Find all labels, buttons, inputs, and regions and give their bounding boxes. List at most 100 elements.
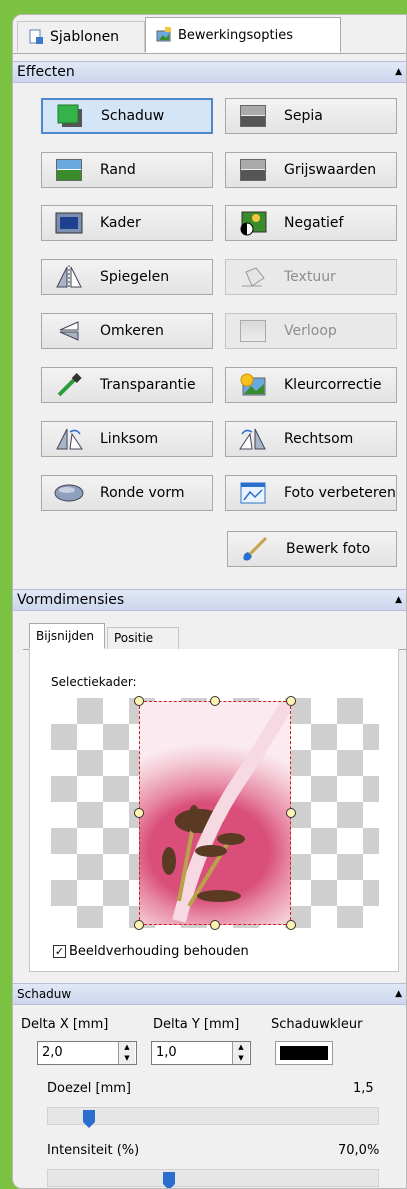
gradient-button[interactable]: Verloop	[225, 313, 397, 349]
grayscale-picture-icon	[238, 157, 268, 183]
delta-x-input[interactable]: 2,0 ▲ ▼	[37, 1041, 137, 1065]
color-correction-button-label: Kleurcorrectie	[284, 377, 382, 393]
shadow-color-swatch	[280, 1046, 328, 1060]
template-icon	[28, 29, 44, 45]
tab-sjablonen-label: Sjablonen	[50, 29, 120, 45]
mirror-button[interactable]: Spiegelen	[41, 259, 213, 295]
collapse-effects-icon[interactable]: ▲	[395, 62, 402, 82]
crop-selection-box[interactable]	[139, 701, 291, 925]
blur-slider-thumb[interactable]	[83, 1110, 96, 1128]
crop-handle-right[interactable]	[286, 808, 296, 818]
texture-icon	[238, 264, 268, 290]
round-shape-button-label: Ronde vorm	[100, 485, 185, 501]
crop-handle-top-left[interactable]	[134, 696, 144, 706]
grayscale-button[interactable]: Grijswaarden	[225, 152, 397, 188]
flip-button-label: Omkeren	[100, 323, 164, 339]
shadow-button-label: Schaduw	[101, 108, 165, 124]
enhance-photo-button[interactable]: Foto verbeteren	[225, 475, 397, 511]
crop-handle-bottom-left[interactable]	[134, 920, 144, 930]
delta-y-value: 1,0	[156, 1045, 177, 1060]
mirror-icon	[54, 264, 84, 290]
enhance-photo-icon	[238, 480, 268, 506]
enhance-photo-button-label: Foto verbeteren	[284, 485, 396, 501]
grayscale-button-label: Grijswaarden	[284, 162, 377, 178]
transparency-button-label: Transparantie	[100, 377, 196, 393]
mirror-button-label: Spiegelen	[100, 269, 170, 285]
crop-handle-left[interactable]	[134, 808, 144, 818]
tab-bewerkingsopties-label: Bewerkingsopties	[178, 27, 293, 43]
border-button[interactable]: Rand	[41, 152, 213, 188]
rotate-right-icon	[238, 426, 268, 452]
border-button-label: Rand	[100, 162, 136, 178]
transparency-button[interactable]: Transparantie	[41, 367, 213, 403]
gradient-button-label: Verloop	[284, 323, 337, 339]
keep-ratio-checkbox[interactable]: ✓	[53, 945, 66, 958]
round-shape-button[interactable]: Ronde vorm	[41, 475, 213, 511]
tab-sjablonen[interactable]: Sjablonen	[17, 21, 145, 52]
blur-value: 1,5	[353, 1081, 374, 1096]
shadow-header[interactable]: Schaduw ▲	[13, 983, 406, 1005]
shadow-title: Schaduw	[17, 987, 72, 1001]
texture-button[interactable]: Textuur	[225, 259, 397, 295]
intensity-slider-thumb[interactable]	[163, 1172, 176, 1189]
paintbrush-icon	[240, 536, 270, 562]
rotate-right-button-label: Rechtsom	[284, 431, 354, 447]
delta-y-label: Delta Y [mm]	[153, 1017, 240, 1032]
shape-dimensions-header[interactable]: Vormdimensies ▲	[13, 589, 406, 611]
sepia-button[interactable]: Sepia	[225, 98, 397, 134]
rotate-left-button-label: Linksom	[100, 431, 159, 447]
tab-bewerkingsopties[interactable]: Bewerkingsopties	[145, 17, 341, 53]
crop-handle-bottom-right[interactable]	[286, 920, 296, 930]
color-correction-button[interactable]: Kleurcorrectie	[225, 367, 397, 403]
texture-button-label: Textuur	[284, 269, 336, 285]
delta-x-spinner[interactable]: ▲ ▼	[118, 1042, 135, 1064]
shadow-color-label: Schaduwkleur	[271, 1017, 363, 1032]
intensity-slider-track[interactable]	[47, 1169, 379, 1189]
flip-button[interactable]: Omkeren	[41, 313, 213, 349]
keep-ratio-row[interactable]: ✓ Beeldverhouding behouden	[53, 944, 249, 959]
rotate-left-button[interactable]: Linksom	[41, 421, 213, 457]
flip-icon	[54, 318, 84, 344]
effects-header[interactable]: Effecten ▲	[13, 61, 406, 83]
sepia-button-label: Sepia	[284, 108, 323, 124]
color-correction-icon	[238, 372, 268, 398]
sepia-picture-icon	[238, 103, 268, 129]
rotate-left-icon	[54, 426, 84, 452]
blur-label: Doezel [mm]	[47, 1081, 131, 1096]
shape-tabstrip: Bijsnijden Positie	[23, 621, 406, 650]
collapse-shadow-icon[interactable]: ▲	[395, 984, 402, 1004]
negative-picture-icon	[238, 210, 268, 236]
frame-button-label: Kader	[100, 215, 141, 231]
crop-handle-bottom[interactable]	[210, 920, 220, 930]
selection-label: Selectiekader:	[51, 675, 137, 689]
ellipse-icon	[54, 480, 84, 506]
collapse-shape-icon[interactable]: ▲	[395, 590, 402, 610]
delta-x-label: Delta X [mm]	[21, 1017, 109, 1032]
edit-photo-button[interactable]: Bewerk foto	[227, 531, 397, 567]
intensity-value: 70,0%	[338, 1143, 380, 1158]
edit-options-icon	[156, 27, 172, 43]
rotate-right-button[interactable]: Rechtsom	[225, 421, 397, 457]
shape-dimensions-title: Vormdimensies	[17, 592, 125, 608]
crop-handle-top-right[interactable]	[286, 696, 296, 706]
keep-ratio-label: Beeldverhouding behouden	[69, 944, 249, 959]
shadow-square-icon	[55, 103, 85, 129]
gradient-icon	[238, 318, 268, 344]
edit-photo-button-label: Bewerk foto	[286, 541, 371, 557]
frame-button[interactable]: Kader	[41, 205, 213, 241]
delta-x-value: 2,0	[42, 1045, 63, 1060]
tab-position[interactable]: Positie	[107, 627, 179, 649]
blur-slider-track[interactable]	[47, 1107, 379, 1128]
negative-button[interactable]: Negatief	[225, 205, 397, 241]
shadow-button[interactable]: Schaduw	[41, 98, 213, 134]
tab-crop[interactable]: Bijsnijden	[29, 623, 105, 649]
delta-y-input[interactable]: 1,0 ▲ ▼	[151, 1041, 251, 1065]
negative-button-label: Negatief	[284, 215, 344, 231]
shadow-color-button[interactable]	[275, 1041, 333, 1065]
crop-handle-top[interactable]	[210, 696, 220, 706]
delta-y-spinner[interactable]: ▲ ▼	[232, 1042, 249, 1064]
top-tabstrip: Sjablonen Bewerkingsopties	[13, 15, 406, 54]
options-panel: Sjablonen Bewerkingsopties Effecten ▲ Sc…	[12, 14, 407, 1189]
eyedropper-icon	[54, 372, 84, 398]
frame-icon	[54, 210, 84, 236]
